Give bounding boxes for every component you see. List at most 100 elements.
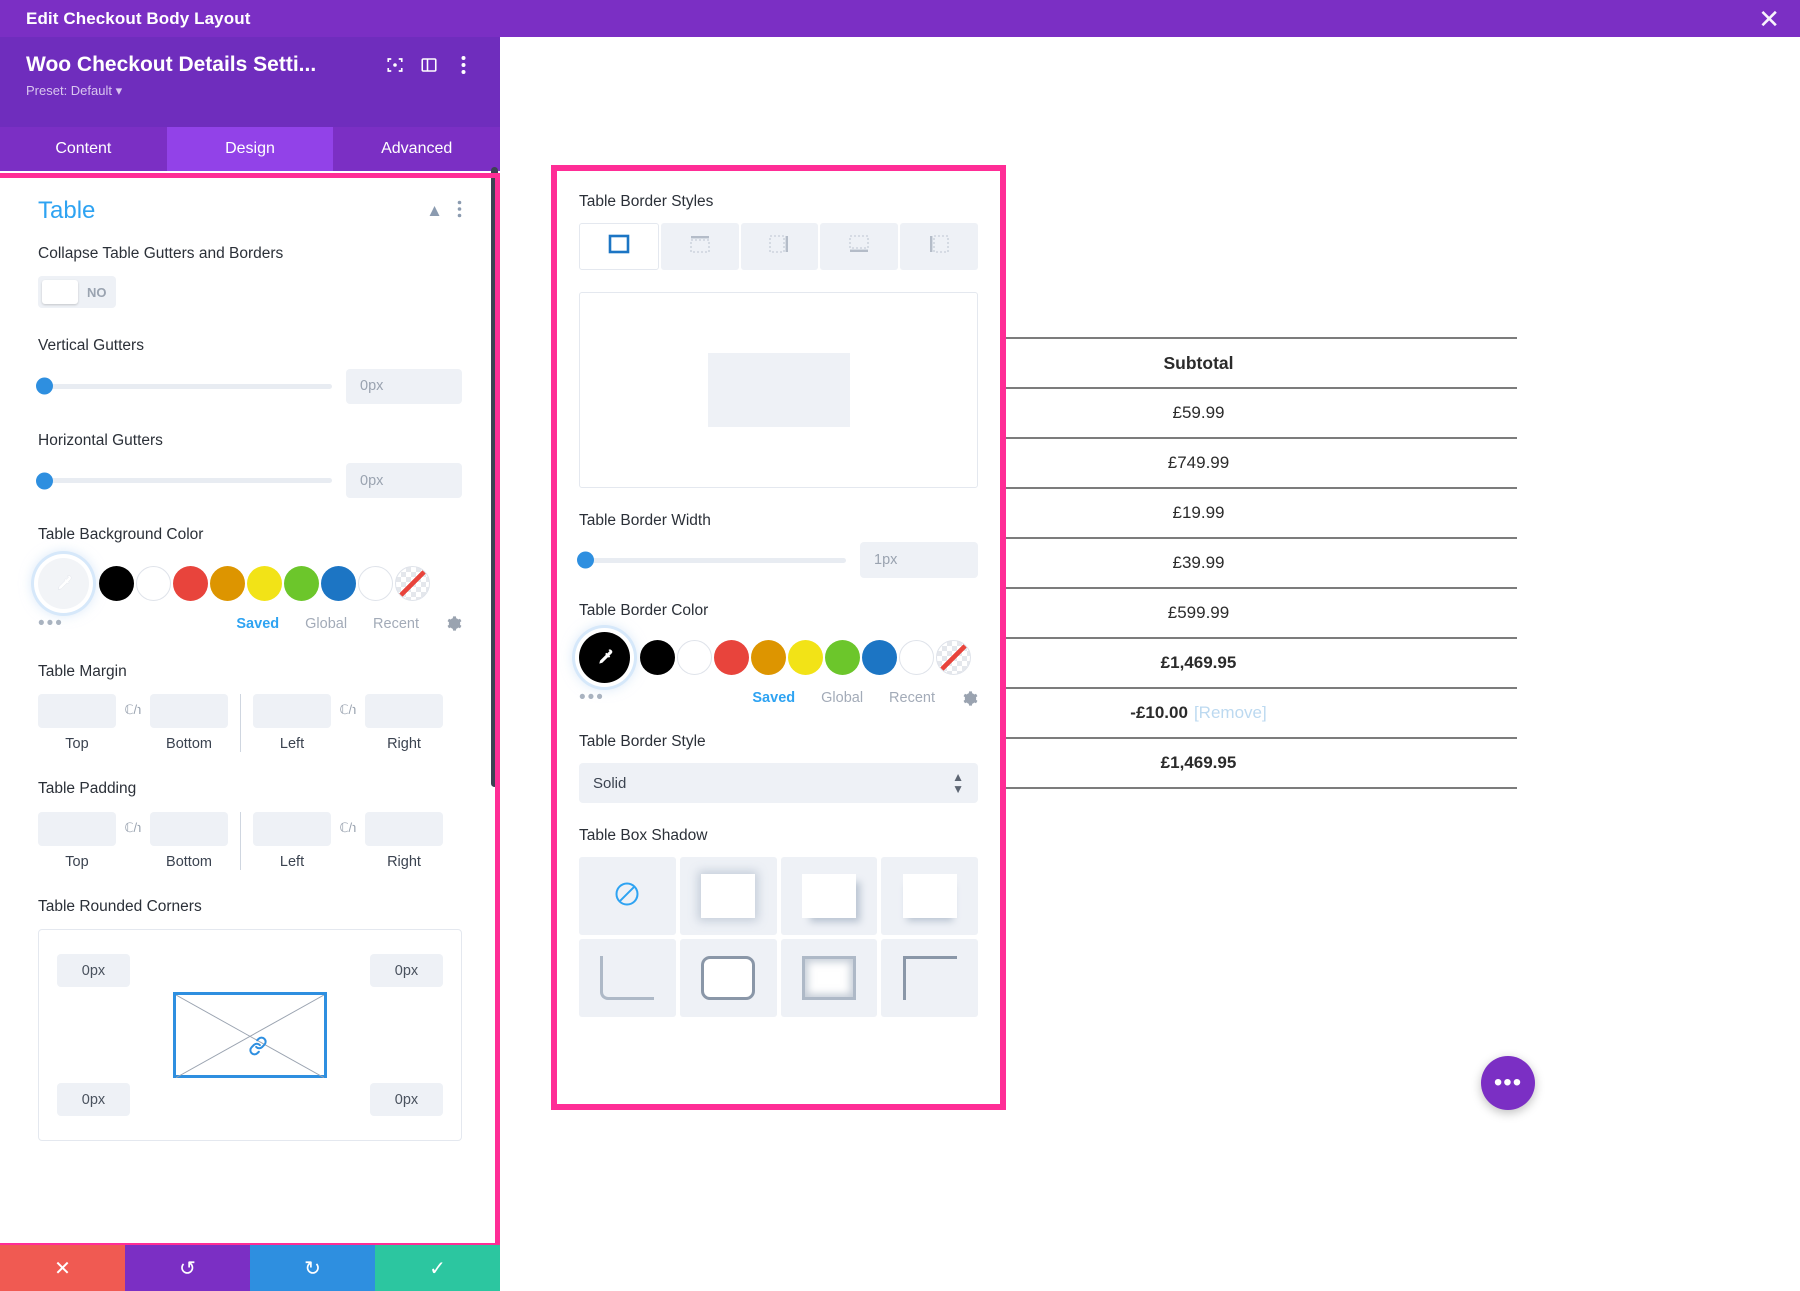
collapse-gutters-toggle[interactable]: NO (38, 276, 116, 308)
link-sync-icon[interactable]: ℂ/℩ (116, 812, 150, 836)
swatch-blue[interactable] (321, 566, 356, 601)
swatch-yellow[interactable] (788, 640, 823, 675)
padding-top-caption: Top (65, 854, 88, 870)
redo-button[interactable]: ↻ (250, 1245, 375, 1291)
swatch-yellow[interactable] (247, 566, 282, 601)
swatch-transparent[interactable] (395, 566, 430, 601)
background-color-label: Table Background Color (38, 524, 462, 546)
kebab-menu-icon[interactable] (457, 200, 462, 223)
vertical-gutters-input[interactable]: 0px (346, 369, 462, 404)
background-color-picker-button[interactable] (38, 558, 89, 609)
border-style-option-right[interactable] (741, 223, 819, 270)
swatch-green[interactable] (825, 640, 860, 675)
box-shadow-option-rounded-outline[interactable] (680, 939, 777, 1017)
preset-selector[interactable]: Preset: Default ▾ (26, 83, 480, 99)
tab-content[interactable]: Content (0, 127, 167, 171)
remove-coupon-link[interactable]: [Remove] (1194, 703, 1267, 722)
save-button[interactable]: ✓ (375, 1245, 500, 1291)
swatch-blue[interactable] (862, 640, 897, 675)
link-sync-icon[interactable]: ℂ/℩ (331, 812, 365, 836)
color-tab-global[interactable]: Global (821, 690, 863, 706)
color-tab-saved[interactable]: Saved (236, 616, 279, 632)
vertical-gutters-slider[interactable] (38, 384, 332, 389)
settings-body: Table ▲ Collapse Table Gutters and Borde… (0, 171, 500, 1291)
padding-left-input[interactable] (253, 812, 331, 846)
color-tab-saved[interactable]: Saved (752, 690, 795, 706)
chevron-up-icon[interactable]: ▲ (426, 201, 443, 221)
settings-scrollbar[interactable] (491, 167, 498, 787)
horizontal-gutters-slider[interactable] (38, 478, 332, 483)
slider-handle[interactable] (36, 472, 53, 489)
gear-icon[interactable] (445, 615, 462, 632)
corner-bottom-left-input[interactable]: 0px (57, 1083, 130, 1116)
border-bottom-icon (848, 233, 870, 260)
ellipsis-icon[interactable]: ••• (579, 687, 605, 709)
swatch-white-2[interactable] (358, 566, 393, 601)
corner-bottom-right-input[interactable]: 0px (370, 1083, 443, 1116)
shadow-corner-line-icon (903, 956, 957, 1000)
border-style-option-left[interactable] (900, 223, 978, 270)
padding-right-input[interactable] (365, 812, 443, 846)
slider-handle[interactable] (36, 378, 53, 395)
swatch-black[interactable] (99, 566, 134, 601)
vertical-gutters-field: Vertical Gutters 0px (38, 335, 462, 403)
floating-action-button[interactable]: ••• (1481, 1056, 1535, 1110)
margin-top-input[interactable] (38, 694, 116, 728)
kebab-menu-icon[interactable] (446, 55, 480, 75)
swatch-black[interactable] (640, 640, 675, 675)
swatch-orange[interactable] (751, 640, 786, 675)
swatch-orange[interactable] (210, 566, 245, 601)
padding-bottom-input[interactable] (150, 812, 228, 846)
close-icon[interactable]: ✕ (1758, 6, 1780, 32)
border-width-slider[interactable] (579, 558, 846, 563)
table-border-settings-popout: Table Border Styles (551, 165, 1006, 1110)
border-style-select[interactable]: Solid ▲▼ (579, 763, 978, 803)
table-margin-label: Table Margin (38, 661, 462, 683)
margin-bottom-input[interactable] (150, 694, 228, 728)
swatch-white-2[interactable] (899, 640, 934, 675)
box-shadow-option-corner-line[interactable] (881, 939, 978, 1017)
box-shadow-option-none[interactable] (579, 857, 676, 935)
gear-icon[interactable] (961, 690, 978, 707)
padding-top-input[interactable] (38, 812, 116, 846)
color-tab-global[interactable]: Global (305, 616, 347, 632)
rounded-corners-field: Table Rounded Corners 0px 0px 0px 0px (38, 896, 462, 1141)
ellipsis-icon[interactable]: ••• (38, 613, 64, 635)
margin-left-input[interactable] (253, 694, 331, 728)
tab-advanced[interactable]: Advanced (333, 127, 500, 171)
border-style-option-bottom[interactable] (820, 223, 898, 270)
swatch-white[interactable] (677, 640, 712, 675)
undo-button[interactable]: ↺ (125, 1245, 250, 1291)
swatch-red[interactable] (714, 640, 749, 675)
box-shadow-option-bottom-right[interactable] (781, 857, 878, 935)
box-shadow-option-bottom[interactable] (881, 857, 978, 935)
margin-right-input[interactable] (365, 694, 443, 728)
horizontal-gutters-slider-row: 0px (38, 463, 462, 498)
swatch-transparent[interactable] (936, 640, 971, 675)
slider-handle[interactable] (577, 552, 594, 569)
link-sync-icon[interactable]: ℂ/℩ (116, 694, 150, 718)
swatch-red[interactable] (173, 566, 208, 601)
border-color-picker-button[interactable] (579, 632, 630, 683)
layout-panel-icon[interactable] (412, 56, 446, 74)
border-width-input[interactable]: 1px (860, 542, 978, 578)
horizontal-gutters-input[interactable]: 0px (346, 463, 462, 498)
box-shadow-option-soft[interactable] (680, 857, 777, 935)
cancel-button[interactable]: ✕ (0, 1245, 125, 1291)
box-shadow-option-inset[interactable] (781, 939, 878, 1017)
box-shadow-option-outline-corner[interactable] (579, 939, 676, 1017)
swatch-green[interactable] (284, 566, 319, 601)
border-style-option-top[interactable] (661, 223, 739, 270)
swatch-white[interactable] (136, 566, 171, 601)
tab-design[interactable]: Design (167, 127, 334, 171)
color-tab-recent[interactable]: Recent (373, 616, 419, 632)
fullscreen-icon[interactable] (378, 56, 412, 74)
corner-top-left-input[interactable]: 0px (57, 954, 130, 987)
corner-top-right-input[interactable]: 0px (370, 954, 443, 987)
table-margin-field: Table Margin Top ℂ/℩ Bottom Left ℂ/℩ (38, 661, 462, 752)
shadow-outline-corner-icon (600, 956, 654, 1000)
link-sync-icon[interactable]: ℂ/℩ (331, 694, 365, 718)
margin-top-caption: Top (65, 736, 88, 752)
color-tab-recent[interactable]: Recent (889, 690, 935, 706)
border-style-option-all[interactable] (579, 223, 659, 270)
